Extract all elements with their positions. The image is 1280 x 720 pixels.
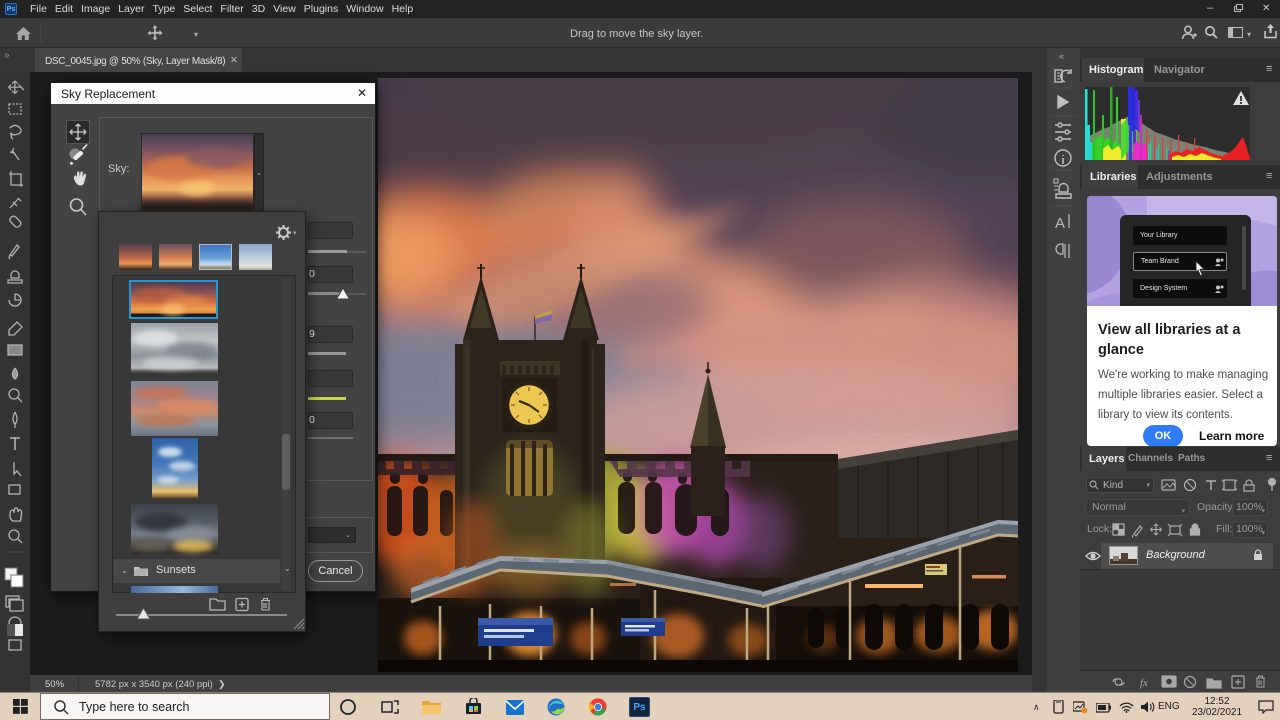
svg-text:fx: fx xyxy=(1140,677,1148,689)
svg-text:A: A xyxy=(1055,215,1065,232)
svg-text:«: « xyxy=(1059,51,1064,61)
